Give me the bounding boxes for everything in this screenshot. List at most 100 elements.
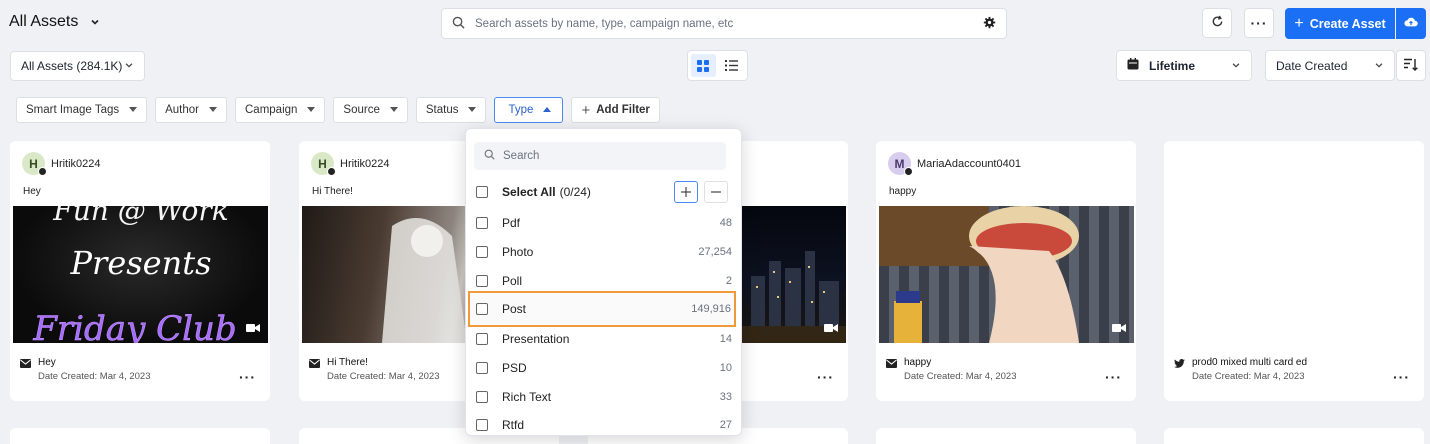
asset-title: Hi There! (327, 357, 368, 368)
checkbox[interactable] (476, 332, 488, 345)
search-bar[interactable]: Search assets by name, type, campaign na… (441, 8, 1007, 39)
filter-label: Smart Image Tags (26, 104, 120, 116)
type-option-pdf[interactable]: Pdf 48 (474, 208, 736, 237)
grid-view-button[interactable] (691, 54, 716, 77)
search-input[interactable]: Search assets by name, type, campaign na… (475, 18, 983, 30)
time-range-label: Lifetime (1149, 58, 1196, 73)
asset-card-placeholder (1164, 428, 1424, 444)
type-option-rtfd[interactable]: Rtfd 27 (474, 410, 736, 435)
include-button[interactable] (674, 180, 698, 203)
checkbox[interactable] (476, 303, 488, 315)
sort-field-select[interactable]: Date Created (1265, 50, 1395, 81)
option-label: Post (502, 302, 527, 316)
option-count: 149,916 (691, 303, 731, 315)
type-option-psd[interactable]: PSD 10 (474, 353, 736, 382)
page-title-group[interactable]: All Assets (9, 13, 104, 31)
filter-label: Campaign (245, 104, 298, 116)
asset-thumbnail[interactable]: Fun @ Work Presents Friday Club (13, 206, 268, 343)
more-horizontal-icon: ··· (1250, 15, 1268, 31)
type-option-presentation[interactable]: Presentation 14 (474, 324, 736, 353)
filter-bar: Smart Image Tags Author Campaign Source … (16, 97, 660, 123)
time-range-select[interactable]: Lifetime (1116, 50, 1252, 81)
asset-thumbnail[interactable] (879, 206, 1134, 343)
asset-caption: Hey (23, 186, 41, 197)
asset-scope-select[interactable]: All Assets (284.1K) (10, 51, 145, 81)
avatar: H (22, 152, 47, 176)
asset-card[interactable]: H Hritik0224 Hey Fun @ Work Presents Fri… (10, 141, 270, 401)
author-name: Hritik0224 (340, 157, 390, 170)
filter-author[interactable]: Author (155, 97, 227, 123)
grid-icon (697, 59, 710, 72)
asset-card[interactable]: prod0 mixed multi card ed Date Created: … (1164, 141, 1424, 401)
settings-gear-icon[interactable] (983, 16, 996, 32)
asset-date: Date Created: Mar 4, 2023 (904, 371, 1017, 382)
option-count: 14 (719, 332, 732, 345)
caret-down-icon (468, 107, 477, 112)
create-asset-button[interactable]: + Create Asset (1285, 8, 1395, 39)
type-option-post[interactable]: Post 149,916 (468, 291, 736, 327)
filter-label: Author (165, 104, 199, 116)
asset-card-placeholder (10, 428, 270, 444)
type-option-photo[interactable]: Photo 27,254 (474, 237, 736, 266)
media-text-line1: Fun @ Work (52, 206, 228, 227)
asset-scope-label: All Assets (284.1K) (21, 59, 123, 73)
video-icon (246, 322, 260, 336)
checkbox[interactable] (476, 418, 488, 431)
create-asset-label: Create Asset (1309, 16, 1386, 31)
option-count: 48 (719, 216, 732, 229)
checkbox[interactable] (476, 361, 488, 374)
chevron-down-icon (124, 59, 134, 73)
chevron-down-icon[interactable] (86, 13, 104, 31)
card-more-button[interactable]: ··· (1105, 369, 1122, 385)
filter-label: Type (508, 104, 534, 116)
filter-smart-image-tags[interactable]: Smart Image Tags (16, 97, 148, 123)
view-toggle[interactable] (687, 50, 748, 81)
asset-caption: happy (889, 186, 917, 197)
type-option-rich-text[interactable]: Rich Text 33 (474, 382, 736, 411)
caret-up-icon (543, 107, 552, 112)
select-all-row[interactable]: Select All (0/24) (474, 177, 736, 206)
dropdown-search-input[interactable]: Search (474, 142, 726, 170)
chevron-down-icon (1231, 59, 1241, 73)
option-label: Poll (502, 273, 523, 288)
exclude-button[interactable] (704, 180, 728, 203)
filter-campaign[interactable]: Campaign (235, 97, 326, 123)
checkbox[interactable] (476, 245, 488, 258)
chevron-down-icon (1374, 59, 1384, 73)
add-filter-button[interactable]: + Add Filter (571, 97, 660, 123)
video-icon (824, 322, 838, 336)
option-label: Pdf (502, 215, 521, 230)
filter-status[interactable]: Status (415, 97, 487, 123)
card-more-button[interactable]: ··· (239, 369, 256, 385)
calendar-icon (1127, 58, 1139, 73)
asset-title: Hey (38, 357, 56, 368)
checkbox[interactable] (476, 390, 488, 403)
mail-icon (20, 357, 31, 382)
sort-order-button[interactable] (1396, 50, 1426, 81)
asset-card[interactable]: M MariaAdaccount0401 happy happy Date Cr… (876, 141, 1136, 401)
sort-descending-icon (1404, 58, 1418, 74)
upload-button[interactable] (1396, 8, 1426, 39)
mail-icon (309, 357, 320, 382)
search-icon (484, 149, 495, 163)
type-option-poll[interactable]: Poll 2 (474, 266, 736, 295)
card-more-button[interactable]: ··· (817, 369, 834, 385)
checkbox[interactable] (476, 274, 488, 287)
refresh-button[interactable] (1202, 8, 1232, 38)
caret-down-icon (129, 107, 138, 112)
option-count: 27,254 (698, 245, 732, 258)
more-options-button[interactable]: ··· (1244, 8, 1274, 38)
checkbox[interactable] (476, 216, 488, 229)
checkbox[interactable] (476, 185, 488, 198)
filter-source[interactable]: Source (333, 97, 408, 123)
asset-date: Date Created: Mar 4, 2023 (1192, 371, 1305, 382)
filter-type[interactable]: Type (494, 97, 564, 123)
card-more-button[interactable]: ··· (1393, 369, 1410, 385)
list-view-button[interactable] (720, 54, 745, 77)
asset-card-placeholder (876, 428, 1136, 444)
page-title: All Assets (9, 13, 79, 30)
asset-date: Date Created: Mar 4, 2023 (38, 371, 151, 382)
avatar: M (888, 152, 913, 176)
asset-title: happy (904, 357, 932, 368)
type-filter-dropdown: Search Select All (0/24) Pdf 48 Photo 27… (465, 128, 742, 436)
